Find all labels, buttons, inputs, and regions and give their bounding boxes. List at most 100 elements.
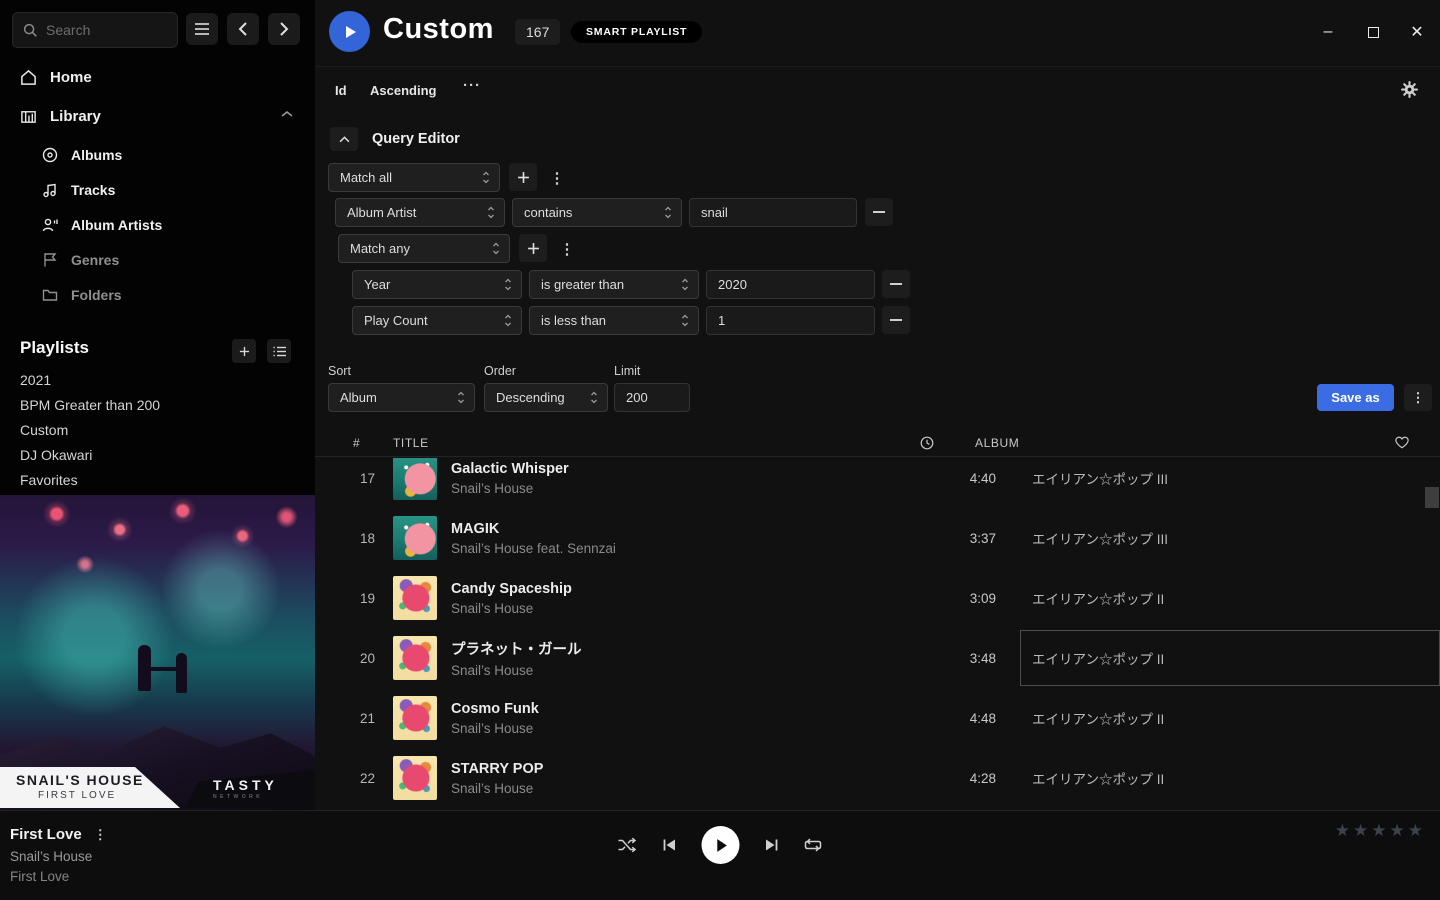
limit-label: Limit [614, 364, 640, 378]
order-label: Order [484, 364, 516, 378]
sidebar-item-folders[interactable]: Folders [0, 281, 315, 309]
rating-stars[interactable]: ★★★★★ [1335, 821, 1426, 841]
group-options-button[interactable]: ⋮ [548, 164, 566, 192]
scrollbar-thumb[interactable] [1425, 487, 1439, 508]
rule-value-input[interactable] [706, 306, 875, 335]
playlist-item-2021[interactable]: 2021 [20, 372, 51, 390]
rule-operator-select[interactable]: contains [512, 198, 682, 227]
window-maximize-button[interactable] [1363, 22, 1383, 42]
select-arrows-icon [664, 206, 672, 219]
nav-back-button[interactable] [227, 13, 259, 45]
chevron-up-icon[interactable] [281, 110, 293, 118]
column-title[interactable]: TITLE [393, 436, 429, 450]
hamburger-icon [194, 22, 210, 36]
sort-field-control[interactable]: Id [335, 83, 347, 98]
remove-rule-button[interactable] [865, 198, 893, 226]
select-value: is greater than [541, 277, 624, 292]
limit-input[interactable] [614, 383, 690, 412]
clock-icon[interactable] [920, 436, 934, 450]
track-album[interactable]: エイリアン☆ポップ III [1020, 458, 1440, 506]
order-select[interactable]: Descending [484, 383, 608, 412]
nav-forward-button[interactable] [268, 13, 300, 45]
search-input[interactable] [46, 22, 156, 38]
rule-value-input[interactable] [689, 198, 857, 227]
track-number: 21 [330, 711, 375, 726]
plus-icon [527, 242, 540, 255]
rule-field-select[interactable]: Year [352, 270, 522, 299]
play-button[interactable] [702, 826, 740, 864]
track-title: Candy Spaceship [451, 581, 926, 597]
settings-button[interactable] [1401, 81, 1418, 98]
column-album[interactable]: ALBUM [975, 436, 1019, 450]
add-rule-button[interactable] [519, 234, 547, 262]
plus-icon [517, 171, 530, 184]
sidebar-item-library[interactable]: Library [0, 102, 315, 130]
playlist-list-button[interactable] [267, 339, 291, 363]
sidebar-item-album-artists[interactable]: Album Artists [0, 211, 315, 239]
rule-field-select[interactable]: Play Count [352, 306, 522, 335]
remove-rule-button[interactable] [882, 306, 910, 334]
track-row[interactable]: 21 Cosmo FunkSnail’s House 4:48 エイリアン☆ポッ… [315, 688, 1440, 748]
group-options-button[interactable]: ⋮ [558, 235, 576, 263]
album-name: エイリアン☆ポップ III [1032, 528, 1168, 548]
window-minimize-button[interactable]: – [1318, 22, 1338, 42]
rule-operator-select[interactable]: is greater than [529, 270, 699, 299]
search-box[interactable] [12, 12, 178, 48]
repeat-button[interactable] [804, 837, 823, 853]
smart-playlist-badge: SMART PLAYLIST [571, 21, 702, 43]
track-album[interactable]: エイリアン☆ポップ III [1020, 510, 1440, 566]
track-artist: Snail’s House feat. Sennzai [451, 541, 926, 556]
minus-icon [890, 319, 902, 321]
shuffle-button[interactable] [618, 837, 638, 853]
track-artist: Snail’s House [451, 663, 926, 678]
heart-icon[interactable] [1395, 436, 1409, 449]
playlist-item-dj-okawari[interactable]: DJ Okawari [20, 447, 92, 465]
next-track-button[interactable] [764, 837, 780, 853]
skip-forward-icon [764, 837, 780, 853]
sort-direction-control[interactable]: Ascending [370, 83, 436, 98]
now-playing-options-button[interactable]: ⋮ [94, 831, 107, 839]
playlist-item-bpm[interactable]: BPM Greater than 200 [20, 397, 160, 415]
cover-figure [149, 667, 178, 671]
add-rule-button[interactable] [509, 163, 537, 191]
previous-track-button[interactable] [662, 837, 678, 853]
sort-select[interactable]: Album [328, 383, 475, 412]
flag-icon [42, 252, 58, 268]
window-close-button[interactable]: ✕ [1407, 22, 1427, 42]
playlist-item-favorites[interactable]: Favorites [20, 472, 78, 490]
select-value: is less than [541, 313, 606, 328]
query-options-button[interactable]: ⋮ [1404, 384, 1432, 411]
sidebar-item-genres[interactable]: Genres [0, 246, 315, 274]
folder-icon [42, 287, 58, 303]
add-playlist-button[interactable] [232, 339, 256, 363]
column-index[interactable]: # [353, 436, 360, 450]
rule-value-input[interactable] [706, 270, 875, 299]
rule-operator-select[interactable]: is less than [529, 306, 699, 335]
more-options-button[interactable]: ··· [463, 77, 481, 94]
rule-field-select[interactable]: Album Artist [335, 198, 505, 227]
playlist-item-custom[interactable]: Custom [20, 422, 68, 440]
track-album-focused[interactable]: エイリアン☆ポップ II [1020, 630, 1440, 686]
play-playlist-button[interactable] [329, 11, 370, 52]
track-album[interactable]: エイリアン☆ポップ II [1020, 570, 1440, 626]
track-row[interactable]: 18 MAGIKSnail’s House feat. Sennzai 3:37… [315, 508, 1440, 568]
subgroup-match-select[interactable]: Match any [338, 234, 510, 263]
sidebar-item-tracks[interactable]: Tracks [0, 176, 315, 204]
play-icon [713, 837, 728, 854]
track-row[interactable]: 22 STARRY POPSnail’s House 4:28 エイリアン☆ポッ… [315, 748, 1440, 808]
track-row[interactable]: 17 Galactic WhisperSnail’s House 4:40 エイ… [315, 458, 1440, 508]
page-title: Custom [383, 13, 494, 46]
track-album[interactable]: エイリアン☆ポップ II [1020, 690, 1440, 746]
track-row[interactable]: 19 Candy SpaceshipSnail’s House 3:09 エイリ… [315, 568, 1440, 628]
menu-button[interactable] [186, 13, 218, 45]
track-album[interactable]: エイリアン☆ポップ II [1020, 750, 1440, 806]
album-art-thumbnail [393, 516, 437, 560]
skip-back-icon [662, 837, 678, 853]
track-row[interactable]: 20 プラネット・ガールSnail’s House 3:48 エイリアン☆ポップ… [315, 628, 1440, 688]
save-as-button[interactable]: Save as [1317, 384, 1394, 411]
root-match-select[interactable]: Match all [328, 163, 500, 192]
remove-rule-button[interactable] [882, 270, 910, 298]
sidebar-item-home[interactable]: Home [0, 63, 315, 91]
sidebar-item-albums[interactable]: Albums [0, 141, 315, 169]
query-editor-collapse-button[interactable] [330, 127, 358, 151]
